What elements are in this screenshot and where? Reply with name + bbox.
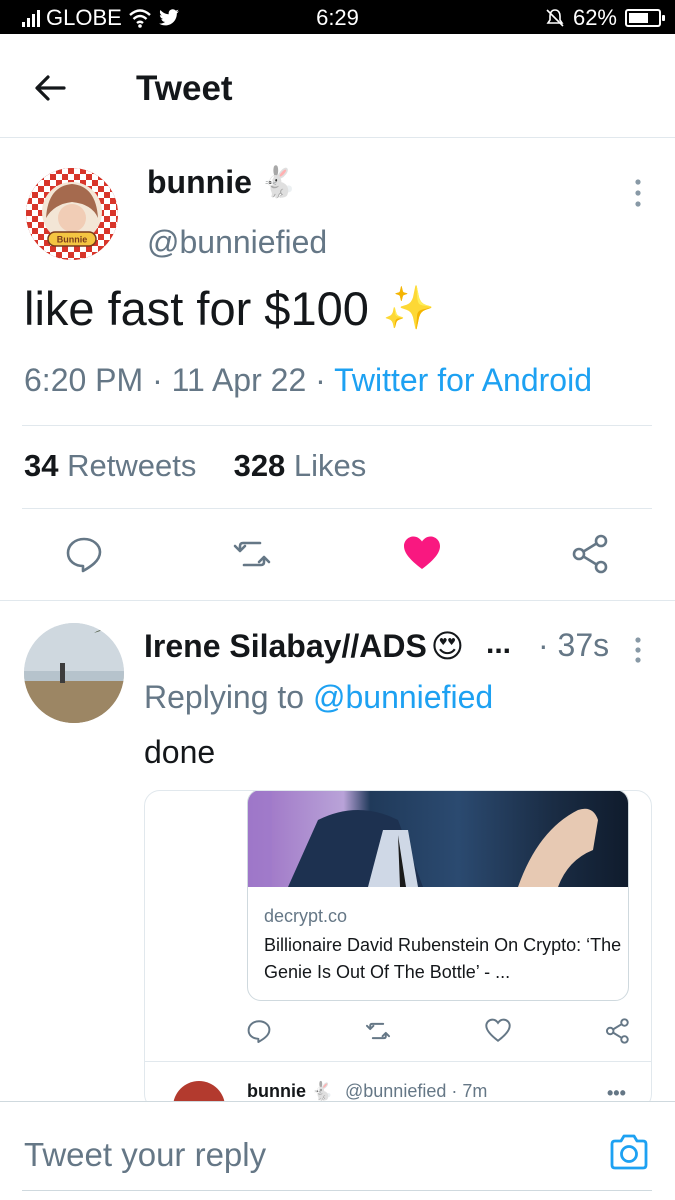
retweets-label: Retweets [58, 448, 197, 483]
nested-handle-time: @bunniefied · 7m [345, 1081, 488, 1101]
link-title: Billionaire David Rubenstein On Crypto: … [264, 935, 622, 982]
tweet-stats: 34 Retweets 328 Likes [24, 448, 366, 484]
status-right: 62% [545, 5, 665, 31]
reply-tweet[interactable]: Irene Silabay//ADS 😍 ... · 37s Replying … [0, 601, 675, 1110]
tweet-text: like fast for $100 ✨ [24, 281, 435, 336]
divider [145, 1061, 651, 1062]
reply-author-avatar[interactable] [24, 623, 124, 723]
like-button[interactable] [402, 534, 442, 574]
quoted-like-button[interactable] [485, 1018, 511, 1044]
reply-button[interactable] [64, 534, 104, 574]
tweet-source-link[interactable]: Twitter for Android [334, 362, 592, 398]
share-button[interactable] [571, 534, 611, 574]
author-name[interactable]: bunnie 🐇 [147, 164, 297, 201]
heart-outline-icon [485, 1018, 511, 1042]
replying-prefix: Replying to [144, 679, 313, 715]
reply-bubble-icon [247, 1020, 271, 1044]
battery-icon [625, 9, 665, 27]
likes-label: Likes [285, 448, 367, 483]
back-arrow-icon [35, 75, 66, 101]
retweet-button[interactable] [232, 534, 272, 574]
sparkles-emoji-icon: ✨ [382, 284, 436, 331]
link-preview-image [248, 791, 628, 887]
rabbit-emoji-icon: 🐇 [259, 166, 298, 199]
likes-count: 328 [233, 448, 286, 483]
replying-to: Replying to @bunniefied [144, 679, 493, 716]
retweets-stat[interactable]: 34 Retweets [24, 448, 196, 483]
avatar-image: Bunnie [26, 168, 118, 260]
share-icon [605, 1018, 629, 1044]
back-button[interactable] [30, 68, 70, 108]
mute-bell-icon [546, 9, 564, 27]
reply-composer-bar: Tweet your reply [0, 1101, 675, 1200]
status-bar: GLOBE 6:29 62% [0, 0, 675, 34]
avatar-badge-text: Bunnie [57, 235, 88, 245]
retweets-count: 34 [24, 448, 59, 483]
reply-bubble-icon [66, 537, 102, 573]
author-avatar[interactable]: Bunnie [26, 168, 118, 260]
divider [22, 1190, 652, 1191]
replying-handle-link[interactable]: @bunniefied [313, 679, 493, 715]
more-vertical-icon [635, 637, 641, 663]
heart-filled-icon [404, 536, 440, 569]
link-domain: decrypt.co [264, 906, 348, 926]
heart-eyes-emoji-icon: 😍 [430, 628, 465, 664]
likes-stat[interactable]: 328 Likes [234, 448, 367, 483]
name-truncation: ... [486, 627, 512, 660]
share-icon [572, 534, 608, 574]
reply-author-name-text: Irene Silabay//ADS [144, 627, 427, 664]
tweet-text-body: like fast for $100 [24, 282, 369, 335]
nested-author-name[interactable]: bunnie 🐇 [247, 1081, 333, 1102]
rabbit-emoji-icon: 🐇 [311, 1081, 334, 1101]
page-title: Tweet [136, 69, 233, 108]
more-options-button[interactable] [628, 176, 648, 212]
divider [22, 425, 652, 426]
battery-percent: 62% [572, 5, 617, 30]
camera-icon [610, 1134, 648, 1170]
main-tweet: Bunnie bunnie 🐇 @bunniefied like fast fo… [0, 138, 675, 601]
avatar-image [24, 623, 124, 723]
retweet-icon [365, 1022, 391, 1040]
more-vertical-icon [635, 179, 641, 207]
reply-author-name[interactable]: Irene Silabay//ADS 😍 [144, 627, 464, 665]
reply-input[interactable]: Tweet your reply [24, 1136, 266, 1174]
top-app-bar: Tweet [0, 34, 675, 138]
tweet-timestamp: 6:20 PM · 11 Apr 22 · Twitter for Androi… [24, 362, 592, 399]
nested-author-name-text: bunnie [247, 1081, 306, 1101]
quoted-retweet-button[interactable] [365, 1018, 391, 1044]
link-preview-card[interactable]: decrypt.co Billionaire David Rubenstein … [247, 791, 629, 1001]
camera-button[interactable] [608, 1132, 650, 1174]
quoted-share-button[interactable] [605, 1018, 631, 1044]
quoted-tweet-card[interactable]: decrypt.co Billionaire David Rubenstein … [144, 790, 652, 1110]
retweet-icon [233, 541, 271, 567]
quoted-reply-button[interactable] [246, 1018, 272, 1044]
reply-text: done [144, 734, 216, 770]
tweet-time: 6:20 PM · 11 Apr 22 · [24, 362, 335, 398]
author-handle[interactable]: @bunniefied [147, 224, 327, 261]
link-image-art [248, 791, 598, 887]
divider [22, 508, 652, 509]
author-name-text: bunnie [147, 164, 252, 200]
reply-more-options-button[interactable] [628, 635, 648, 667]
reply-time: · 37s [538, 627, 610, 663]
